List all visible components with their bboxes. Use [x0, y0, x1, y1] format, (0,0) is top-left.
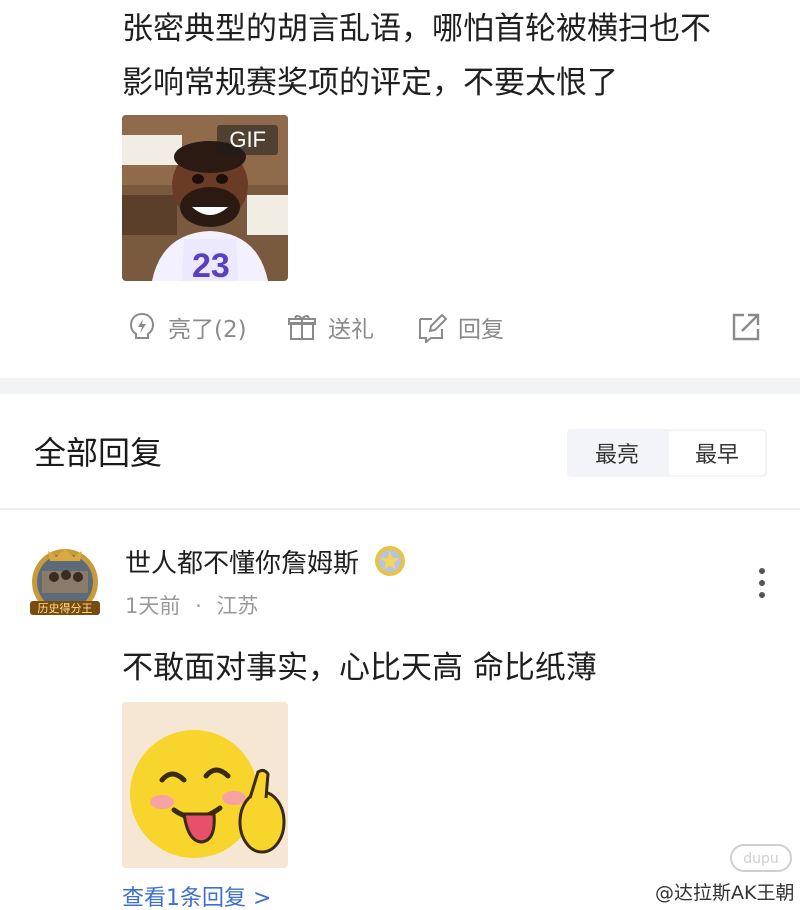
reply-emoji-image[interactable] — [122, 702, 288, 868]
gift-button[interactable]: 送礼 — [286, 308, 374, 346]
reply-button[interactable]: 回复 — [416, 308, 504, 346]
post-text-line-2: 影响常规赛奖项的评定，不要太恨了 — [122, 65, 618, 101]
reply-username[interactable]: 世人都不懂你詹姆斯 — [125, 543, 407, 580]
reply-label: 回复 — [458, 317, 504, 343]
all-replies-title: 全部回复 — [34, 434, 163, 472]
reply-meta: 1天前 · 江苏 — [125, 590, 258, 620]
view-replies-link[interactable]: 查看1条回复 > — [122, 880, 271, 910]
gif-badge: GIF — [217, 125, 278, 155]
avatar-caption: 历史得分王 — [38, 602, 93, 615]
sort-option-brightest[interactable]: 最亮 — [569, 431, 665, 475]
svg-text:23: 23 — [192, 247, 230, 281]
post-gif-image[interactable]: 23 GIF — [122, 115, 288, 281]
post-text-line-1: 张密典型的胡言乱语，哪怕首轮被横扫也不 — [122, 11, 711, 47]
sort-toggle: 最亮 最早 — [567, 429, 767, 477]
like-button[interactable]: 亮了(2) — [126, 308, 247, 346]
lightning-like-icon — [129, 312, 155, 339]
post-text: 张密典型的胡言乱语，哪怕首轮被横扫也不 影响常规赛奖项的评定，不要太恨了 — [122, 2, 782, 110]
header-divider — [0, 508, 800, 510]
meta-separator: · — [195, 594, 202, 618]
avatar[interactable]: 历史得分王 — [26, 545, 104, 623]
edit-reply-icon — [419, 313, 448, 343]
reply-time: 1天前 — [125, 594, 181, 618]
medal-icon — [375, 546, 406, 576]
section-divider — [0, 378, 800, 394]
username-text: 世人都不懂你詹姆斯 — [125, 549, 360, 579]
watermark-logo: dupu — [730, 843, 792, 873]
like-label: 亮了(2) — [168, 317, 247, 343]
share-button[interactable] — [730, 308, 762, 346]
more-vertical-icon[interactable] — [754, 566, 770, 600]
watermark-logo-text: dupu — [743, 851, 779, 867]
gift-label: 送礼 — [328, 317, 374, 343]
medal-avatar-frame: 历史得分王 — [30, 549, 100, 615]
share-icon — [732, 313, 760, 341]
tongue-smiley-illustration — [122, 702, 288, 868]
sort-option-earliest[interactable]: 最早 — [669, 431, 765, 475]
gift-icon — [288, 315, 316, 340]
reply-text: 不敢面对事实，心比天高 命比纸薄 — [122, 650, 597, 686]
reply-location: 江苏 — [216, 594, 259, 618]
watermark-text: @达拉斯AK王朝 — [655, 882, 795, 904]
